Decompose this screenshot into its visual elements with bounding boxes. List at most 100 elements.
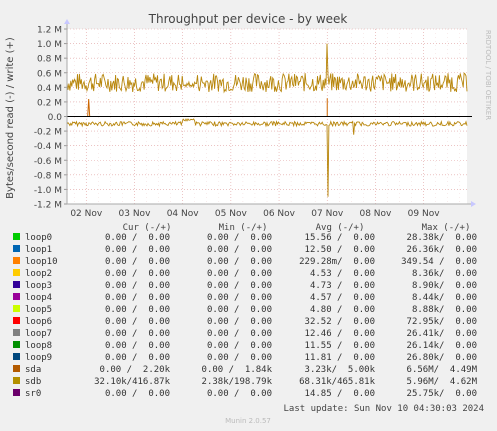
x-tick-label: 09 Nov: [408, 209, 441, 219]
legend-avg: 11.81 / 0.00: [305, 353, 375, 363]
legend-max: 6.56M/ 4.49M: [407, 365, 478, 375]
y-tick-label: 1.2 M: [37, 26, 62, 36]
legend-avg: 11.55 / 0.00: [305, 341, 375, 351]
y-tick-label: 0.0: [48, 113, 63, 123]
legend-name: loop0: [25, 233, 52, 243]
legend-avg: 15.56 / 0.00: [305, 233, 375, 243]
legend-min: 0.00 / 1.84k: [202, 365, 273, 375]
legend-header-cur: Cur (-/+): [123, 223, 172, 233]
legend-max: 26.36k/ 0.00: [407, 245, 477, 255]
legend-swatch: [13, 341, 20, 348]
legend-name: loop2: [25, 269, 52, 279]
legend-swatch: [13, 281, 20, 288]
legend-avg: 32.52 / 0.00: [305, 317, 375, 327]
x-tick-label: 04 Nov: [167, 209, 200, 219]
x-tick-label: 07 Nov: [311, 209, 344, 219]
legend-name: sdb: [25, 377, 41, 387]
legend-max: 26.41k/ 0.00: [407, 329, 477, 339]
legend-avg: 68.31k/465.81k: [299, 377, 375, 387]
legend-max: 25.75k/ 0.00: [407, 389, 477, 399]
y-tick-label: -0.2 M: [34, 128, 62, 138]
legend-swatch: [13, 389, 20, 396]
rrdtool-credit: RRDTOOL / TOBI OETIKER: [484, 30, 492, 120]
legend-header-avg: Avg (-/+): [316, 223, 365, 233]
chart-title: Throughput per device - by week: [148, 12, 348, 26]
legend-max: 8.88k/ 0.00: [412, 305, 477, 315]
legend-cur: 0.00 / 0.00: [105, 269, 170, 279]
legend-max: 5.96M/ 4.62M: [407, 377, 478, 387]
legend-name: loop7: [25, 329, 52, 339]
y-tick-label: -1.0 M: [34, 186, 62, 196]
legend-min: 0.00 / 0.00: [207, 329, 272, 339]
munin-graph: Throughput per device - by week Bytes/se…: [0, 0, 497, 431]
legend-cur: 0.00 / 0.00: [105, 341, 170, 351]
legend-swatch: [13, 245, 20, 252]
y-tick-label: -0.6 M: [34, 157, 62, 167]
y-tick-label: -1.2 M: [34, 201, 62, 211]
legend-min: 0.00 / 0.00: [207, 233, 272, 243]
x-tick-label: 06 Nov: [263, 209, 296, 219]
legend-avg: 4.57 / 0.00: [310, 293, 375, 303]
legend-cur: 0.00 / 2.20k: [100, 365, 171, 375]
legend-min: 0.00 / 0.00: [207, 257, 272, 267]
legend-name: loop6: [25, 317, 52, 327]
legend-name: loop1: [25, 245, 52, 255]
legend-cur: 0.00 / 0.00: [105, 245, 170, 255]
y-axis-label: Bytes/second read (-) / write (+): [5, 37, 16, 199]
legend-name: loop5: [25, 305, 52, 315]
y-tick-label: 0.4 M: [37, 84, 62, 94]
legend-name: loop3: [25, 281, 52, 291]
legend-name: loop10: [25, 257, 58, 267]
legend-cur: 0.00 / 0.00: [105, 281, 170, 291]
legend-name: sda: [25, 365, 41, 375]
legend-min: 0.00 / 0.00: [207, 269, 272, 279]
legend-avg: 14.85 / 0.00: [305, 389, 375, 399]
legend-cur: 0.00 / 0.00: [105, 389, 170, 399]
y-tick-label: 0.6 M: [37, 69, 62, 79]
legend-cur: 0.00 / 0.00: [105, 353, 170, 363]
legend-min: 0.00 / 0.00: [207, 353, 272, 363]
legend-swatch: [13, 293, 20, 300]
legend-avg: 229.28m/ 0.00: [299, 257, 375, 267]
legend-swatch: [13, 365, 20, 372]
legend-min: 0.00 / 0.00: [207, 317, 272, 327]
legend-swatch: [13, 233, 20, 240]
x-tick-label: 05 Nov: [215, 209, 248, 219]
legend-max: 72.95k/ 0.00: [407, 317, 477, 327]
legend-avg: 3.23k/ 5.00k: [305, 365, 376, 375]
x-tick-label: 02 Nov: [70, 209, 103, 219]
legend-cur: 0.00 / 0.00: [105, 329, 170, 339]
legend-min: 0.00 / 0.00: [207, 281, 272, 291]
legend-avg: 4.53 / 0.00: [310, 269, 375, 279]
legend-name: loop9: [25, 353, 52, 363]
y-tick-label: 0.2 M: [37, 98, 62, 108]
legend-swatch: [13, 353, 20, 360]
y-tick-label: 0.8 M: [37, 55, 62, 65]
legend-max: 26.14k/ 0.00: [407, 341, 477, 351]
legend-swatch: [13, 257, 20, 264]
legend-cur: 32.10k/416.87k: [94, 377, 170, 387]
legend-avg: 4.80 / 0.00: [310, 305, 375, 315]
y-tick-label: 1.0 M: [37, 40, 62, 50]
legend-cur: 0.00 / 0.00: [105, 293, 170, 303]
legend-min: 0.00 / 0.00: [207, 341, 272, 351]
legend-max: 8.36k/ 0.00: [412, 269, 477, 279]
legend-max: 26.80k/ 0.00: [407, 353, 477, 363]
legend-min: 0.00 / 0.00: [207, 305, 272, 315]
legend-swatch: [13, 317, 20, 324]
legend-name: sr0: [25, 389, 41, 399]
x-tick-label: 08 Nov: [359, 209, 392, 219]
legend-avg: 12.50 / 0.00: [305, 245, 375, 255]
legend-avg: 12.46 / 0.00: [305, 329, 375, 339]
legend-max: 8.44k/ 0.00: [412, 293, 477, 303]
legend-cur: 0.00 / 0.00: [105, 305, 170, 315]
legend-name: loop4: [25, 293, 52, 303]
legend-swatch: [13, 269, 20, 276]
legend-cur: 0.00 / 0.00: [105, 233, 170, 243]
legend-max: 28.38k/ 0.00: [407, 233, 477, 243]
legend-cur: 0.00 / 0.00: [105, 317, 170, 327]
legend-header-max: Max (-/+): [422, 223, 471, 233]
y-tick-label: -0.4 M: [34, 142, 62, 152]
legend-swatch: [13, 377, 20, 384]
legend-max: 8.90k/ 0.00: [412, 281, 477, 291]
